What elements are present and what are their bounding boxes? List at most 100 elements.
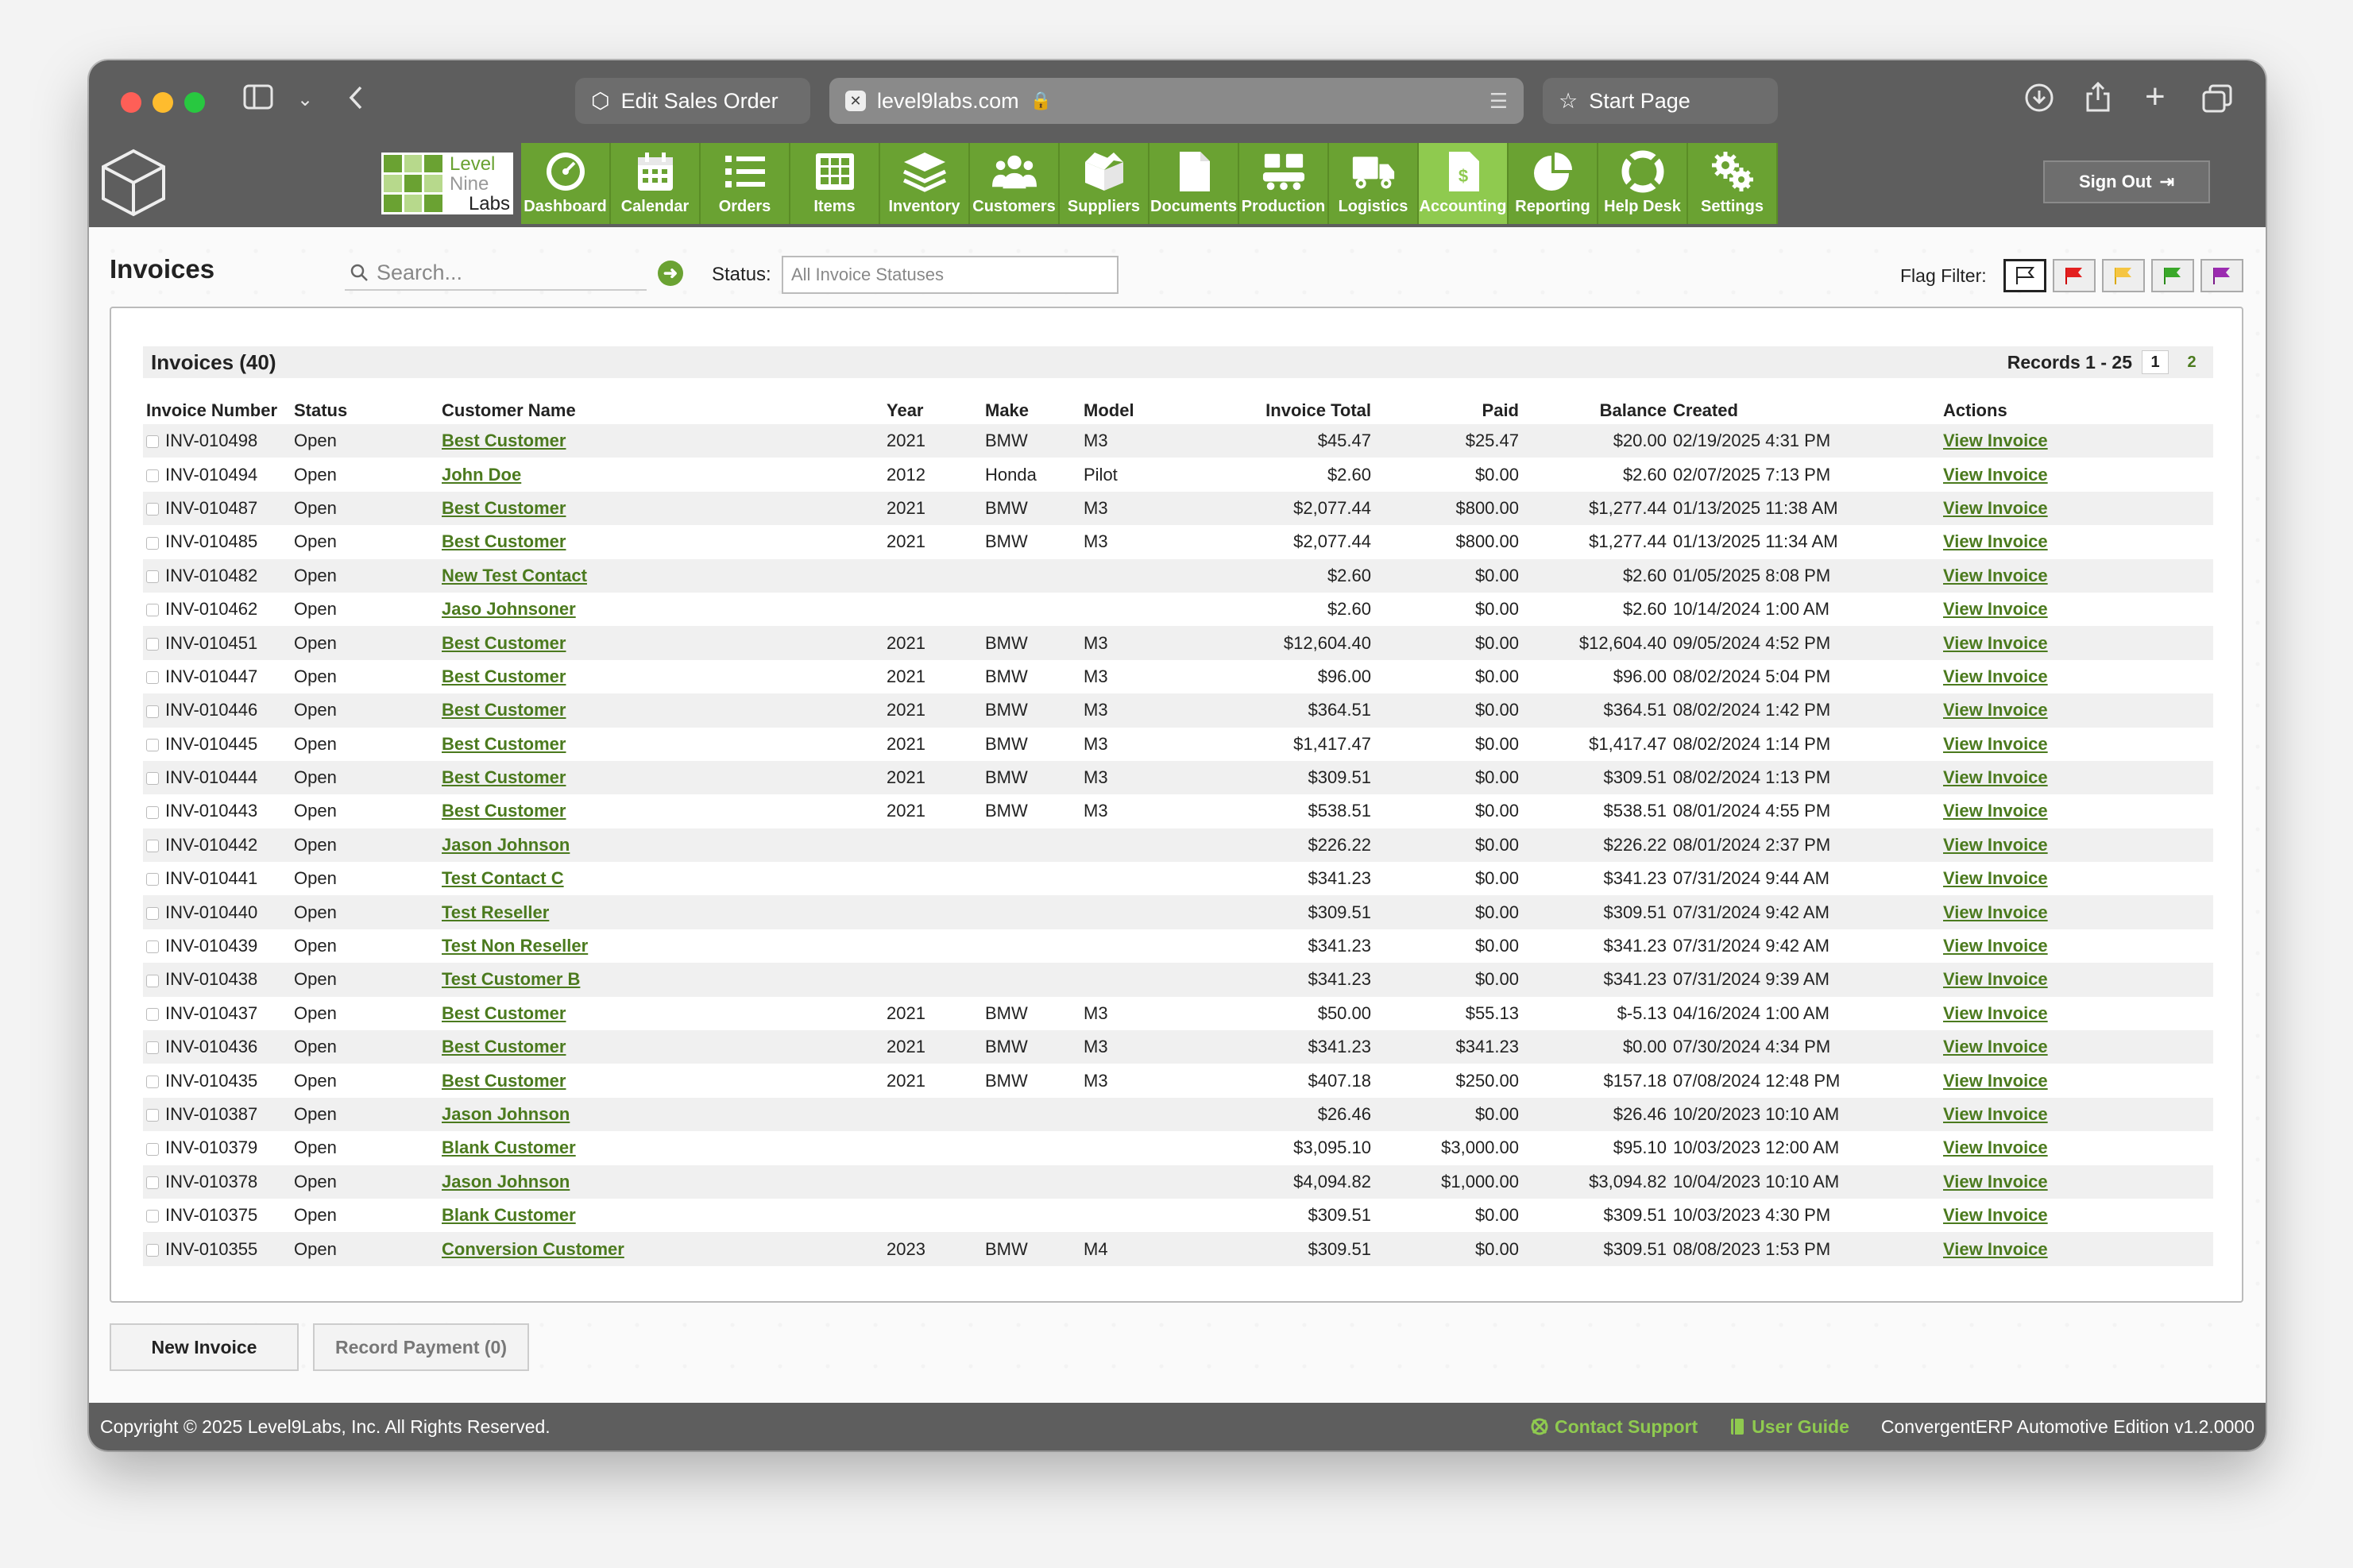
customer-link[interactable]: Best Customer <box>442 431 566 450</box>
row-checkbox[interactable] <box>146 469 159 482</box>
row-checkbox[interactable] <box>146 805 159 819</box>
row-checkbox[interactable] <box>146 671 159 685</box>
zoom-window-button[interactable] <box>184 92 205 113</box>
customer-link[interactable]: Best Customer <box>442 734 566 754</box>
row-checkbox[interactable] <box>146 1109 159 1122</box>
row-checkbox[interactable] <box>146 772 159 786</box>
status-select[interactable]: All Invoice Statuses <box>782 256 1119 294</box>
row-checkbox[interactable] <box>146 906 159 920</box>
customer-link[interactable]: Test Non Reseller <box>442 936 588 956</box>
customer-link[interactable]: Best Customer <box>442 498 566 518</box>
view-invoice-link[interactable]: View Invoice <box>1943 566 2048 585</box>
customer-link[interactable]: New Test Contact <box>442 566 587 585</box>
new-invoice-button[interactable]: New Invoice <box>110 1323 299 1371</box>
view-invoice-link[interactable]: View Invoice <box>1943 1071 2048 1091</box>
view-invoice-link[interactable]: View Invoice <box>1943 1137 2048 1157</box>
row-checkbox[interactable] <box>146 536 159 550</box>
page-1-button[interactable]: 1 <box>2142 350 2169 374</box>
column-header[interactable]: Paid <box>1374 397 1522 424</box>
nav-item-documents[interactable]: Documents <box>1149 143 1239 224</box>
view-invoice-link[interactable]: View Invoice <box>1943 700 2048 720</box>
new-tab-icon[interactable]: + <box>2145 79 2166 114</box>
column-header[interactable]: Actions <box>1940 397 2213 424</box>
column-header[interactable]: Status <box>291 397 439 424</box>
customer-link[interactable]: Best Customer <box>442 1037 566 1056</box>
record-payment-button[interactable]: Record Payment (0) <box>313 1323 529 1371</box>
nav-item-settings[interactable]: Settings <box>1688 143 1778 224</box>
nav-item-calendar[interactable]: Calendar <box>611 143 701 224</box>
customer-link[interactable]: Test Customer B <box>442 969 580 989</box>
view-invoice-link[interactable]: View Invoice <box>1943 734 2048 754</box>
customer-link[interactable]: Best Customer <box>442 801 566 821</box>
customer-link[interactable]: Best Customer <box>442 666 566 686</box>
customer-link[interactable]: Test Contact C <box>442 868 564 888</box>
flag-red-button[interactable] <box>2053 259 2096 292</box>
row-checkbox[interactable] <box>146 503 159 516</box>
view-invoice-link[interactable]: View Invoice <box>1943 1239 2048 1259</box>
search-input[interactable]: Search... <box>345 256 647 291</box>
view-invoice-link[interactable]: View Invoice <box>1943 1172 2048 1191</box>
customer-link[interactable]: Jaso Johnsoner <box>442 599 576 619</box>
view-invoice-link[interactable]: View Invoice <box>1943 633 2048 653</box>
view-invoice-link[interactable]: View Invoice <box>1943 767 2048 787</box>
column-header[interactable]: Customer Name <box>439 397 883 424</box>
row-checkbox[interactable] <box>146 1243 159 1257</box>
column-header[interactable]: Balance <box>1522 397 1670 424</box>
customer-link[interactable]: Best Customer <box>442 1003 566 1023</box>
view-invoice-link[interactable]: View Invoice <box>1943 936 2048 956</box>
row-checkbox[interactable] <box>146 1008 159 1022</box>
nav-item-dashboard[interactable]: Dashboard <box>521 143 611 224</box>
view-invoice-link[interactable]: View Invoice <box>1943 531 2048 551</box>
view-invoice-link[interactable]: View Invoice <box>1943 969 2048 989</box>
search-go-button[interactable]: ➜ <box>658 261 683 286</box>
flag-yellow-button[interactable] <box>2102 259 2145 292</box>
row-checkbox[interactable] <box>146 940 159 954</box>
customer-link[interactable]: Best Customer <box>442 1071 566 1091</box>
customer-link[interactable]: Best Customer <box>442 633 566 653</box>
row-checkbox[interactable] <box>146 1075 159 1088</box>
customer-link[interactable]: Jason Johnson <box>442 835 570 855</box>
view-invoice-link[interactable]: View Invoice <box>1943 431 2048 450</box>
view-invoice-link[interactable]: View Invoice <box>1943 801 2048 821</box>
row-checkbox[interactable] <box>146 1142 159 1156</box>
browser-tab-start-page[interactable]: ☆ Start Page <box>1543 78 1778 124</box>
view-invoice-link[interactable]: View Invoice <box>1943 902 2048 922</box>
page-2-button[interactable]: 2 <box>2178 350 2205 374</box>
row-checkbox[interactable] <box>146 637 159 651</box>
flag-purple-button[interactable] <box>2200 259 2243 292</box>
nav-item-customers[interactable]: Customers <box>970 143 1060 224</box>
view-invoice-link[interactable]: View Invoice <box>1943 1205 2048 1225</box>
nav-item-production[interactable]: Production <box>1239 143 1329 224</box>
tab-overview-icon[interactable] <box>2202 84 2232 119</box>
customer-link[interactable]: Blank Customer <box>442 1137 576 1157</box>
share-icon[interactable] <box>2084 81 2112 119</box>
nav-item-reporting[interactable]: Reporting <box>1509 143 1598 224</box>
row-checkbox[interactable] <box>146 873 159 886</box>
view-invoice-link[interactable]: View Invoice <box>1943 666 2048 686</box>
row-checkbox[interactable] <box>146 840 159 853</box>
chevron-down-icon[interactable]: ⌄ <box>297 84 313 116</box>
nav-item-suppliers[interactable]: Suppliers <box>1060 143 1149 224</box>
row-checkbox[interactable] <box>146 738 159 751</box>
contact-support-link[interactable]: Contact Support <box>1531 1416 1698 1438</box>
column-header[interactable]: Created <box>1670 397 1940 424</box>
download-icon[interactable] <box>2024 83 2054 119</box>
customer-link[interactable]: Jason Johnson <box>442 1172 570 1191</box>
view-invoice-link[interactable]: View Invoice <box>1943 465 2048 485</box>
customer-link[interactable]: John Doe <box>442 465 521 485</box>
reader-icon[interactable]: ☰ <box>1489 89 1508 114</box>
user-guide-link[interactable]: User Guide <box>1729 1416 1849 1438</box>
customer-link[interactable]: Conversion Customer <box>442 1239 624 1259</box>
customer-link[interactable]: Test Reseller <box>442 902 549 922</box>
nav-item-inventory[interactable]: Inventory <box>880 143 970 224</box>
row-checkbox[interactable] <box>146 1210 159 1223</box>
customer-link[interactable]: Blank Customer <box>442 1205 576 1225</box>
back-icon[interactable] <box>346 84 365 118</box>
customer-link[interactable]: Best Customer <box>442 767 566 787</box>
cube-logo-icon[interactable] <box>97 146 170 219</box>
row-checkbox[interactable] <box>146 1041 159 1055</box>
address-bar[interactable]: ✕ level9labs.com 🔒 ☰ <box>829 78 1524 124</box>
flag-green-button[interactable] <box>2151 259 2194 292</box>
browser-tab-edit-sales-order[interactable]: ⬡ Edit Sales Order <box>575 78 810 124</box>
nav-item-items[interactable]: Items <box>790 143 880 224</box>
